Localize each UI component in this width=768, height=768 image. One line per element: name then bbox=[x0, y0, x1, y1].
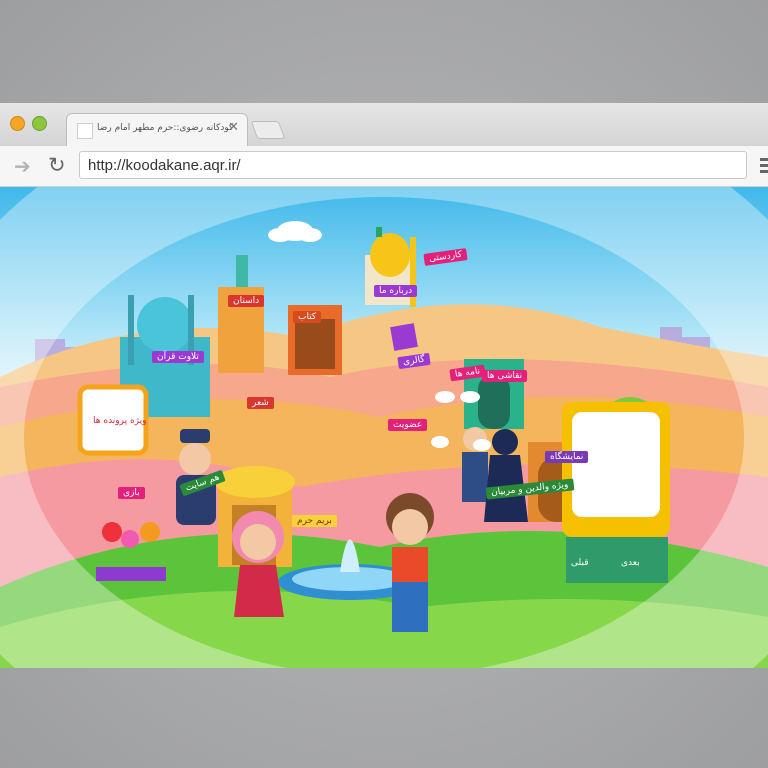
window-maximize-button[interactable] bbox=[32, 116, 47, 131]
address-bar[interactable]: http://koodakane.aqr.ir/ bbox=[79, 151, 747, 179]
new-tab-button[interactable] bbox=[250, 121, 286, 139]
special-files-label[interactable]: ویژه پرونده ها bbox=[88, 415, 152, 427]
paintings-label[interactable]: نقاشی ها bbox=[482, 370, 528, 382]
boy-character bbox=[386, 493, 434, 632]
reload-icon[interactable]: ↻ bbox=[48, 153, 66, 177]
menu-icon[interactable] bbox=[760, 158, 768, 176]
browser-window: کودکانه رضوی::حرم مطهر امام رضا ✕ ➔ ↻ ht… bbox=[0, 103, 768, 668]
story-tower bbox=[218, 255, 264, 373]
toolbar: ➔ ↻ http://koodakane.aqr.ir/ bbox=[0, 146, 768, 187]
window-close-button[interactable] bbox=[10, 116, 25, 131]
tab-bar: کودکانه رضوی::حرم مطهر امام رضا ✕ bbox=[0, 103, 768, 147]
page-viewport: کاردستی درباره ما نقاشی ها داستان کتاب ت… bbox=[0, 187, 768, 668]
previous-button[interactable]: قبلی bbox=[566, 557, 594, 569]
about-us-label[interactable]: درباره ما bbox=[374, 285, 418, 297]
games-label[interactable]: بازی bbox=[118, 487, 145, 499]
exhibition-label[interactable]: نمایشگاه bbox=[545, 451, 589, 463]
go-to-haram-flag[interactable]: بریم حرم bbox=[292, 515, 337, 527]
book-label[interactable]: کتاب bbox=[293, 311, 322, 323]
favicon-icon bbox=[77, 123, 93, 139]
browser-tab[interactable]: کودکانه رضوی::حرم مطهر امام رضا ✕ bbox=[66, 113, 248, 147]
cloud-icon bbox=[268, 221, 322, 242]
story-label[interactable]: داستان bbox=[228, 295, 265, 307]
gallery-sign bbox=[390, 323, 418, 351]
next-button[interactable]: بعدی bbox=[616, 557, 645, 569]
forward-arrow-icon[interactable]: ➔ bbox=[14, 154, 31, 178]
membership-label[interactable]: عضویت bbox=[388, 419, 428, 431]
picture-board bbox=[562, 402, 670, 583]
tab-title: کودکانه رضوی::حرم مطهر امام رضا bbox=[97, 123, 234, 133]
quran-recitation-label[interactable]: تلاوت قرآن bbox=[152, 351, 204, 363]
poetry-label[interactable]: شعر bbox=[247, 397, 274, 409]
tab-close-icon[interactable]: ✕ bbox=[228, 120, 239, 135]
illustration-scene bbox=[0, 187, 768, 668]
